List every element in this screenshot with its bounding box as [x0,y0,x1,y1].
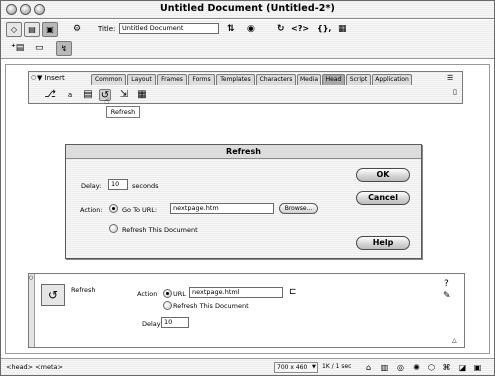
inspector-toggle-icon[interactable]: ○ [29,275,33,281]
split-view-icon: ▤ [28,25,36,34]
panel-collapse-icon[interactable]: ▯ [453,88,457,96]
view-options-icon[interactable]: ▦ [338,24,347,34]
action-label: Action: [80,206,103,214]
goto-url-radio[interactable] [109,204,118,213]
reference-icon[interactable]: ▣ [472,362,483,373]
help-button[interactable]: Help [356,236,410,250]
folder-icon[interactable]: ⊏ [289,287,297,297]
panel-options-icon[interactable]: ☰ [447,74,453,82]
property-inspector: ○ ↺ Refresh Action URL nextpage.html ⊏ R… [28,273,465,348]
goto-url-label: Go To URL: [122,206,158,214]
tab-frames[interactable]: Frames [157,74,187,85]
inspector-refresh-doc-radio[interactable] [163,301,172,310]
document-title-input[interactable]: Untitled Document [119,23,219,34]
insert-list-icon[interactable]: ⁺▤ [11,43,24,53]
inspector-refresh-doc-label: Refresh This Document [173,302,249,310]
inspector-url-label: URL [173,290,186,298]
status-bar: <head> <meta> 700 x 460 ▼ 1K / 1 sec ⌂ ▥… [1,358,494,375]
tab-characters[interactable]: Characters [256,74,296,85]
collapse-arrow-icon[interactable]: △ [452,337,457,344]
tool-button[interactable]: ↯ [56,41,72,56]
refresh-tooltip: Refresh [106,106,140,118]
delay-label: Delay: [81,182,102,190]
refresh-document-label: Refresh This Document [122,226,198,234]
code-nav-icon[interactable]: <?> [291,24,309,34]
delay-unit-label: seconds [132,182,159,190]
keywords-icon[interactable]: a [62,89,78,101]
refresh-document-radio[interactable] [109,224,118,233]
insert-panel-header: ○ ▼ Insert Common Layout Frames Forms Te… [29,72,462,86]
code-view-button[interactable]: ◇ [6,22,22,37]
window-title: Untitled Document (Untitled-2*) [159,3,335,14]
document-window: Untitled Document (Untitled-2*) ◇ ▤ ▣ ⚙ … [0,0,495,376]
tab-templates[interactable]: Templates [216,74,255,85]
refresh-dialog: Refresh Delay: 10 seconds Action: Go To … [65,144,422,259]
code-view-icon: ◇ [10,25,18,34]
document-toolbar: ◇ ▤ ▣ ⚙ Title: Untitled Document ⇅ ◉ ↻ <… [1,20,494,40]
secondary-toolbar: ⁺▤ ▭ ↯ [1,40,494,59]
tab-script[interactable]: Script [346,74,371,85]
insert-label[interactable]: ▼ Insert [37,74,65,82]
title-bar[interactable]: Untitled Document (Untitled-2*) [1,1,494,19]
site-icon[interactable]: ⚙ [73,24,81,34]
design-view-button[interactable]: ▣ [42,22,58,37]
inspector-action-label: Action [137,290,158,298]
description-icon[interactable]: ▤ [82,89,94,101]
tab-head[interactable]: Head [322,74,345,85]
refresh-icon[interactable]: ↻ [277,24,285,34]
cancel-button[interactable]: Cancel [356,191,410,205]
help-icon[interactable]: ? [444,279,449,289]
file-mgmt-icon[interactable]: ⇅ [227,24,235,34]
inspector-url-input[interactable]: nextpage.html [189,287,283,298]
size-dropdown-icon[interactable]: ▼ [312,364,316,370]
meta-icon[interactable]: ⎇ [44,89,56,101]
behaviors-icon[interactable]: ⬡ [426,362,437,373]
tab-layout[interactable]: Layout [127,74,156,85]
delay-input[interactable]: 10 [108,179,128,190]
dialog-title: Refresh [66,145,421,159]
title-label: Title: [98,25,116,33]
tab-media[interactable]: Media [297,74,321,85]
browse-button[interactable]: Browse... [279,203,318,214]
edit-icon[interactable]: ✎ [443,291,451,301]
tab-forms[interactable]: Forms [188,74,215,85]
code-inspector-icon[interactable]: ◪ [457,362,468,373]
refresh-tag-icon: ↺ [41,284,65,306]
inspector-url-radio[interactable] [163,289,172,298]
tool-icon: ↯ [60,44,68,53]
site-launch-icon[interactable]: ⌂ [363,362,374,373]
inspector-title: Refresh [71,286,96,294]
braces-icon[interactable]: {}, [317,24,331,34]
tag-selector[interactable]: <head> <meta> [6,363,63,371]
ok-button[interactable]: OK [356,168,410,182]
panel-grip-icon[interactable]: ○ [31,74,36,81]
link-icon[interactable]: ▦ [136,89,148,101]
inspector-delay-input[interactable]: 10 [161,317,189,328]
design-view-icon: ▣ [46,25,54,34]
inspector-delay-label: Delay [142,320,161,328]
assets-icon[interactable]: ▥ [379,362,390,373]
css-styles-icon[interactable]: ✺ [411,362,422,373]
download-stats: 1K / 1 sec [322,363,352,370]
preview-icon[interactable]: ◉ [247,24,255,34]
snippet-icon[interactable]: ▭ [35,43,44,53]
history-icon[interactable]: ⌘ [441,362,452,373]
tab-common[interactable]: Common [91,74,126,85]
tab-application[interactable]: Application [372,74,412,85]
insert-panel: ○ ▼ Insert Common Layout Frames Forms Te… [28,71,463,104]
base-icon[interactable]: ⇲ [118,89,130,101]
inspector-grip[interactable]: ○ [29,274,35,347]
goto-url-input[interactable]: nextpage.htm [170,203,274,214]
html-styles-icon[interactable]: ◎ [395,362,406,373]
split-view-button[interactable]: ▤ [24,22,40,37]
